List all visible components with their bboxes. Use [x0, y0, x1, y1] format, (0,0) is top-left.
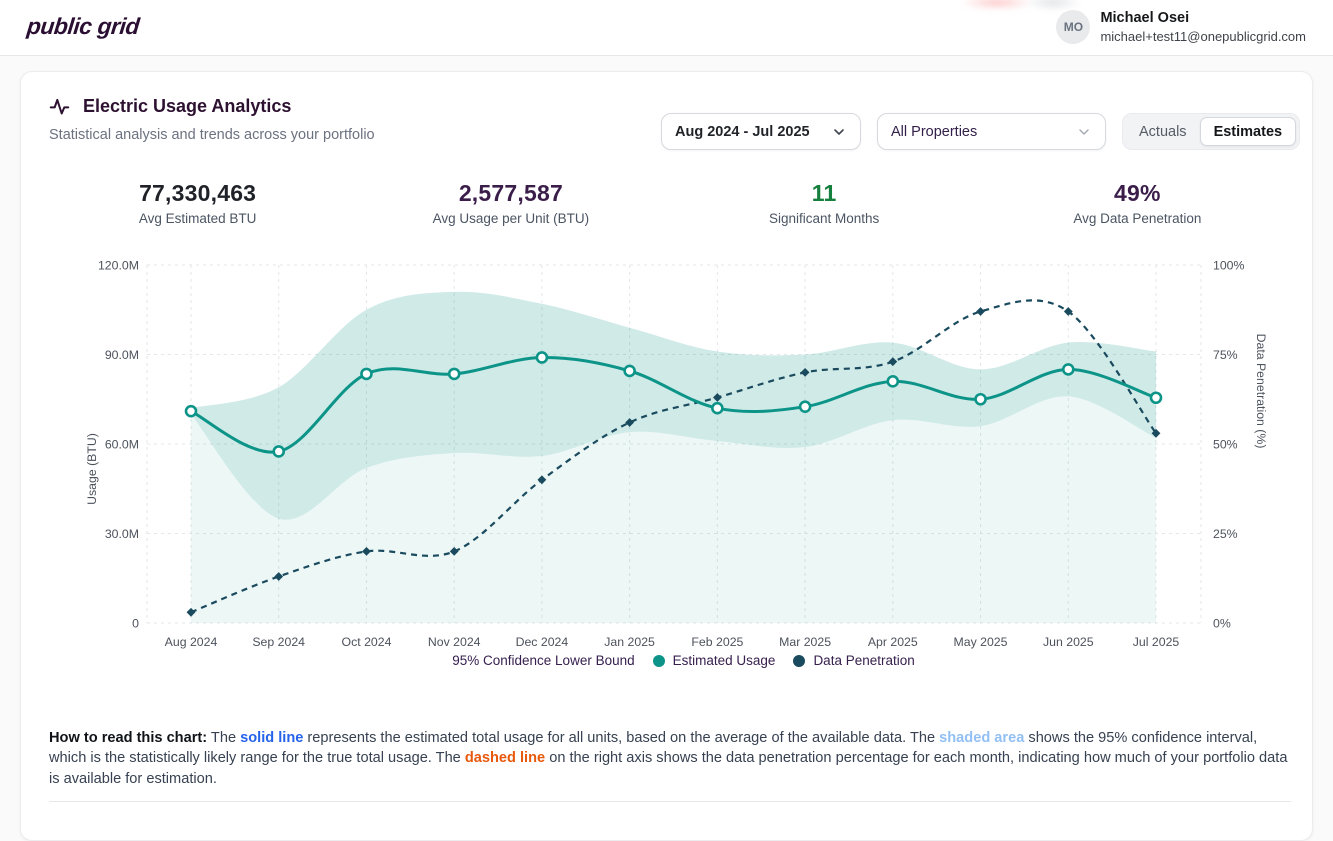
- chevron-down-icon: [1079, 128, 1089, 135]
- stat-label: Avg Data Penetration: [1073, 211, 1202, 226]
- estimated-usage-point: [1149, 391, 1163, 405]
- x-axis-tick: Jan 2025: [604, 635, 655, 649]
- data-penetration-point: [976, 307, 985, 316]
- x-axis-tick: Nov 2024: [428, 635, 481, 649]
- legend-confidence-lower-bound: 95% Confidence Lower Bound: [452, 653, 635, 668]
- stat-value: 77,330,463: [139, 180, 257, 206]
- legend-estimated-usage: Estimated Usage: [652, 653, 775, 668]
- estimated-usage-point: [272, 445, 286, 458]
- x-axis-tick: Jul 2025: [1133, 635, 1180, 649]
- user-info: Michael Osei michael+test11@onepublicgri…: [1100, 9, 1306, 45]
- x-axis-tick: Oct 2024: [342, 635, 392, 649]
- public-grid-logo[interactable]: public grid: [26, 13, 141, 40]
- card-header: Electric Usage Analytics: [49, 96, 291, 117]
- page-title: Electric Usage Analytics: [83, 96, 292, 116]
- toggle-estimates[interactable]: Estimates: [1199, 117, 1297, 146]
- estimated-usage-point: [711, 401, 724, 415]
- y-axis-tick-right: 25%: [1213, 527, 1238, 541]
- y-axis-tick-right: 100%: [1213, 259, 1245, 273]
- x-axis-tick: Sep 2024: [252, 635, 305, 649]
- stat-label: Significant Months: [768, 211, 880, 226]
- top-bar: public grid MO Michael Osei michael+test…: [0, 0, 1333, 56]
- estimated-usage-point: [798, 400, 812, 414]
- chart-canvas: 0 30.0M 60.0M 90.0M 120.0M 0% 25% 50% 75% 100% Aug…: [85, 259, 1268, 650]
- user-name: Michael Osei: [1100, 10, 1190, 26]
- property-filter-value: All Properties: [891, 123, 978, 140]
- user-email: michael+test11@onepublicgrid.com: [1100, 29, 1306, 44]
- y-axis-tick-left: 90.0M: [105, 348, 139, 362]
- stat-avg-estimated-btu: 77,330,463 Avg Estimated BTU: [41, 179, 354, 226]
- legend-data-penetration: Data Penetration: [793, 653, 915, 668]
- estimated-usage-point: [886, 375, 900, 388]
- user-menu[interactable]: MO Michael Osei michael+test11@onepublic…: [1056, 9, 1306, 45]
- x-axis-tick: Aug 2024: [165, 635, 218, 649]
- section-divider: [49, 801, 1291, 802]
- y-axis-tick-left: 0: [132, 617, 139, 631]
- y-axis-tick-left: 120.0M: [98, 259, 139, 273]
- solid-line-keyword: solid line: [240, 730, 304, 746]
- y-axis-tick-right: 75%: [1213, 348, 1238, 362]
- actuals-estimates-toggle: Actuals Estimates: [1122, 113, 1301, 150]
- estimated-usage-point: [360, 367, 373, 381]
- stat-value: 2,577,587: [458, 180, 563, 206]
- x-axis-tick: Apr 2025: [868, 635, 918, 649]
- stat-significant-months: 11 Significant Months: [668, 179, 981, 226]
- x-axis-tick: Mar 2025: [779, 635, 831, 649]
- usage-analytics-chart: 0 30.0M 60.0M 90.0M 120.0M 0% 25% 50% 75% 100% Aug…: [76, 251, 1291, 681]
- page-subtitle: Statistical analysis and trends across y…: [49, 127, 375, 143]
- stat-value: 11: [811, 180, 837, 206]
- stat-value: 49%: [1114, 180, 1161, 206]
- toggle-actuals[interactable]: Actuals: [1126, 117, 1200, 146]
- data-penetration-swatch: [793, 654, 806, 667]
- x-axis-tick: Dec 2024: [516, 635, 569, 649]
- chart-legend: 95% Confidence Lower Bound Estimated Usa…: [76, 653, 1291, 668]
- estimated-usage-swatch: [652, 654, 665, 667]
- y-axis-tick-left: 30.0M: [105, 527, 139, 541]
- activity-pulse-icon: [49, 98, 70, 115]
- estimated-usage-point: [447, 367, 461, 381]
- analytics-card: Electric Usage Analytics Statistical ana…: [20, 71, 1313, 841]
- chart-explainer: How to read this chart: The solid line r…: [49, 730, 1288, 787]
- estimated-usage-point: [535, 351, 549, 364]
- y-axis-tick-left: 60.0M: [105, 438, 139, 452]
- estimated-usage-point: [184, 404, 198, 418]
- left-axis-title: Usage (BTU): [85, 433, 99, 505]
- avatar[interactable]: MO: [1056, 10, 1091, 44]
- estimated-usage-point: [623, 364, 636, 378]
- x-axis-tick: Feb 2025: [691, 635, 743, 649]
- stat-avg-data-penetration: 49% Avg Data Penetration: [981, 179, 1294, 226]
- estimated-usage-point: [974, 392, 987, 406]
- right-axis-title: Data Penetration (%): [1254, 334, 1268, 449]
- x-axis-tick: May 2025: [953, 635, 1007, 649]
- date-range-value: Aug 2024 - Jul 2025: [675, 123, 810, 140]
- property-filter-select[interactable]: All Properties: [877, 113, 1106, 150]
- y-axis-tick-right: 50%: [1213, 438, 1238, 452]
- stat-label: Avg Estimated BTU: [138, 211, 257, 226]
- chevron-down-icon: [834, 128, 844, 135]
- date-range-select[interactable]: Aug 2024 - Jul 2025: [661, 113, 861, 150]
- stat-label: Avg Usage per Unit (BTU): [432, 211, 590, 226]
- dashed-line-keyword: dashed line: [464, 750, 546, 767]
- stat-avg-usage-per-unit: 2,577,587 Avg Usage per Unit (BTU): [354, 179, 667, 226]
- summary-stats-row: 77,330,463 Avg Estimated BTU 2,577,587 A…: [41, 179, 1294, 226]
- y-axis-tick-right: 0%: [1213, 617, 1231, 631]
- shaded-area-keyword: shaded area: [939, 730, 1025, 746]
- estimated-usage-point: [1061, 363, 1075, 376]
- x-axis-tick: Jun 2025: [1043, 635, 1094, 649]
